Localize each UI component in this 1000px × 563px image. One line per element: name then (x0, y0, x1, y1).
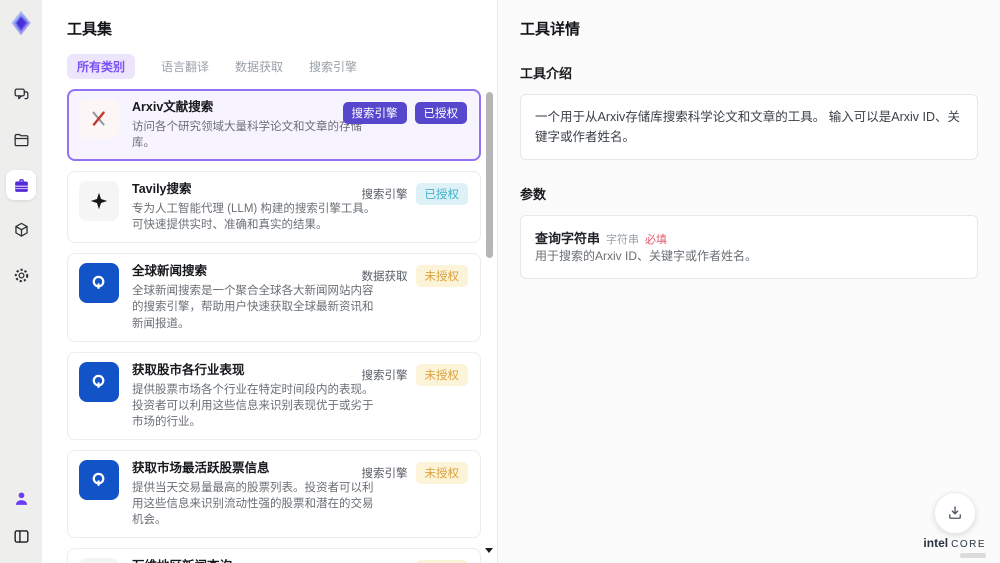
auth-status-badge: 未授权 (415, 461, 468, 484)
tool-detail-panel: 工具详情 工具介绍 一个用于从Arxiv存储库搜索科学论文和文章的工具。 输入可… (498, 0, 1000, 563)
tool-badges: 搜索引擎 未授权 (361, 363, 468, 386)
auth-status-badge: 未授权 (415, 363, 468, 386)
tool-description: 提供股票市场各个行业在特定时间段内的表现。投资者可以利用这些信息来识别表现优于或… (132, 383, 374, 428)
nav-folder-icon[interactable] (6, 125, 36, 155)
tool-list: Arxiv文献搜索 访问各个研究领域大量科学论文和文章的存储库。 搜索引擎 已授… (67, 89, 481, 563)
tool-body: 获取股市各行业表现 提供股票市场各个行业在特定时间段内的表现。投资者可以利用这些… (132, 362, 384, 430)
category-badge: 搜索引擎 (361, 369, 408, 382)
rail-bottom (6, 483, 36, 551)
tool-badges: 搜索引擎 未授权 (361, 461, 468, 484)
param-required-badge: 必填 (645, 234, 668, 246)
tool-description: 全球新闻搜索是一个聚合全球各大新闻网站内容的搜索引擎，帮助用户快速获取全球最新资… (132, 285, 374, 330)
bluequery-icon (79, 263, 119, 304)
download-button[interactable] (933, 492, 976, 534)
category-tab[interactable]: 数据获取 (235, 58, 283, 75)
bluequery-icon (79, 459, 119, 500)
corner-widgets: intel CORE (923, 492, 986, 558)
category-tabs: 所有类别 语言翻译 数据获取 搜索引擎 (67, 53, 481, 79)
tool-badges: 搜索引擎 已授权 (361, 183, 468, 206)
tool-name: Tavily搜索 (132, 182, 192, 197)
tool-name: 获取股市各行业表现 (132, 362, 245, 377)
intel-core-logo: intel CORE (923, 537, 986, 558)
tool-card[interactable]: 获取股市各行业表现 提供股票市场各个行业在特定时间段内的表现。投资者可以利用这些… (67, 351, 481, 440)
tool-card[interactable]: 全球新闻搜索 全球新闻搜索是一个聚合全球各大新闻网站内容的搜索引擎，帮助用户快速… (67, 253, 481, 342)
tool-name: 获取市场最活跃股票信息 (132, 460, 270, 475)
tool-description: 提供当天交易量最高的股票列表。投资者可以利用这些信息来识别流动性强的股票和潜在的… (132, 481, 374, 527)
intro-text: 一个用于从Arxiv存储库搜索科学论文和文章的工具。 输入可以是Arxiv ID… (535, 110, 961, 144)
nav-rail (0, 0, 42, 563)
tool-card[interactable]: 万维地区新闻查询 查询具体行政区划内的新闻，快速了解各地新闻动 搜索引擎 未授权 (67, 548, 481, 563)
page-title: 工具集 (67, 21, 113, 38)
category-badge: 搜索引擎 (342, 102, 407, 124)
tool-name: 万维地区新闻查询 (132, 558, 384, 563)
category-tab[interactable]: 搜索引擎 (309, 58, 357, 75)
scrollbar[interactable] (485, 88, 494, 563)
app-logo-icon (6, 8, 36, 38)
bluequery-icon (79, 361, 119, 402)
intel-wordmark: intel (923, 536, 949, 550)
tool-body: 全球新闻搜索 全球新闻搜索是一个聚合全球各大新闻网站内容的搜索引擎，帮助用户快速… (132, 263, 384, 331)
params-heading: 参数 (520, 187, 547, 202)
news-icon (79, 558, 119, 563)
auth-status-badge: 未授权 (415, 265, 468, 288)
nav-toolbox-icon[interactable] (6, 170, 36, 200)
core-sub-mark (960, 553, 986, 558)
param-box: 查询字符串 字符串 必填 用于搜索的Arxiv ID、关键字或作者姓名。 (520, 215, 978, 280)
category-badge: 搜索引擎 (361, 189, 408, 202)
detail-title: 工具详情 (520, 21, 581, 38)
tavily-icon (79, 181, 119, 222)
download-icon (948, 506, 961, 519)
scrollbar-thumb[interactable] (486, 92, 493, 258)
tool-body: Tavily搜索 专为人工智能代理 (LLM) 构建的搜索引擎工具。可快速提供实… (132, 181, 384, 233)
sidebar-toggle-icon[interactable] (6, 521, 36, 551)
auth-status-badge: 已授权 (415, 183, 468, 206)
param-description: 用于搜索的Arxiv ID、关键字或作者姓名。 (535, 249, 758, 263)
tool-body: 获取市场最活跃股票信息 提供当天交易量最高的股票列表。投资者可以利用这些信息来识… (132, 460, 384, 528)
app-window: 工具集 所有类别 语言翻译 数据获取 搜索引擎 Arxiv文献搜索 访问各个研究领域大… (0, 0, 1000, 563)
category-badge: 搜索引擎 (361, 467, 408, 480)
tool-badges: 搜索引擎 已授权 (342, 102, 467, 124)
category-badge: 数据获取 (361, 271, 408, 284)
tool-card[interactable]: 获取市场最活跃股票信息 提供当天交易量最高的股票列表。投资者可以利用这些信息来识… (67, 449, 481, 539)
intro-heading: 工具介绍 (520, 66, 573, 81)
nav-cube-icon[interactable] (6, 215, 36, 245)
nav-chat-icon[interactable] (6, 80, 36, 110)
tool-badges: 数据获取 未授权 (361, 265, 468, 288)
param-type: 字符串 (606, 234, 640, 246)
arxiv-icon (79, 99, 119, 139)
param-name: 查询字符串 (535, 231, 601, 246)
intro-box: 一个用于从Arxiv存储库搜索科学论文和文章的工具。 输入可以是Arxiv ID… (520, 94, 978, 160)
category-tab[interactable]: 语言翻译 (161, 58, 209, 75)
nav-settings-icon[interactable] (6, 260, 36, 290)
tool-name: 全球新闻搜索 (132, 264, 208, 279)
auth-status-badge: 已授权 (414, 102, 467, 124)
core-wordmark: CORE (951, 539, 986, 550)
tool-description: 专为人工智能代理 (LLM) 构建的搜索引擎工具。可快速提供实时、准确和真实的结… (132, 203, 376, 232)
scrollbar-down-arrow[interactable] (485, 548, 493, 553)
tool-card[interactable]: Arxiv文献搜索 访问各个研究领域大量科学论文和文章的存储库。 搜索引擎 已授… (67, 89, 481, 162)
tool-list-panel: 工具集 所有类别 语言翻译 数据获取 搜索引擎 Arxiv文献搜索 访问各个研究领域大… (42, 0, 498, 563)
category-tab[interactable]: 所有类别 (67, 53, 136, 79)
param-header: 查询字符串 字符串 必填 (535, 228, 963, 247)
rail-nav (6, 80, 36, 290)
tool-body: 万维地区新闻查询 查询具体行政区划内的新闻，快速了解各地新闻动 (132, 558, 384, 563)
tool-card[interactable]: Tavily搜索 专为人工智能代理 (LLM) 构建的搜索引擎工具。可快速提供实… (67, 171, 481, 244)
user-avatar-icon[interactable] (6, 483, 36, 513)
